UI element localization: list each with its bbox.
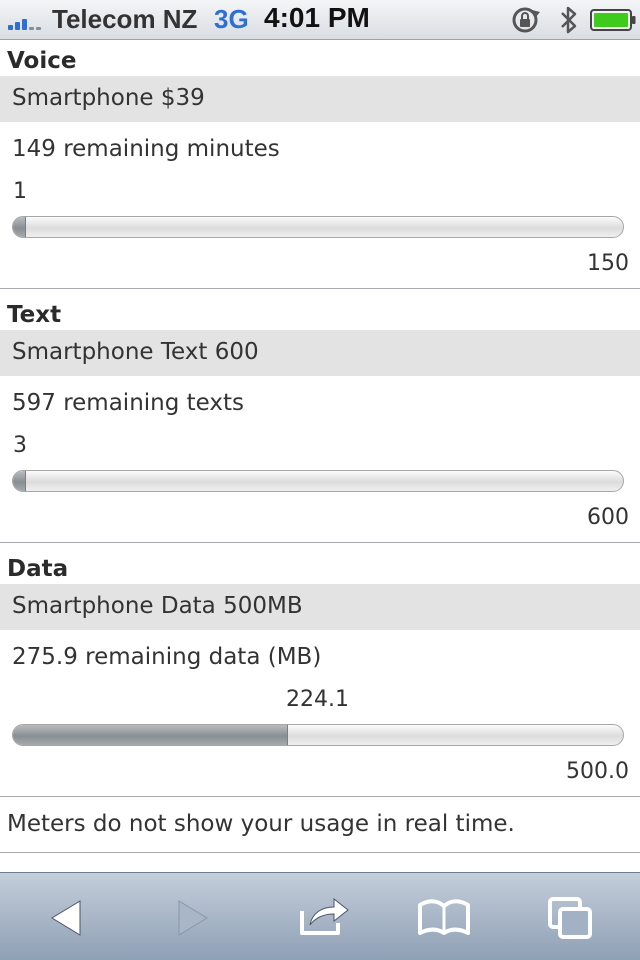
bluetooth-icon xyxy=(561,6,577,34)
section-title-voice: Voice xyxy=(7,48,77,74)
orientation-lock-icon xyxy=(512,7,540,33)
status-time: 4:01 PM xyxy=(264,2,370,33)
pages-button[interactable] xyxy=(542,893,602,943)
section-divider xyxy=(0,288,640,289)
realtime-disclaimer: Meters do not show your usage in real ti… xyxy=(7,811,515,837)
signal-strength-icon xyxy=(8,14,48,30)
status-bar: Telecom NZ 3G 4:01 PM xyxy=(0,0,640,40)
section-divider xyxy=(0,796,640,797)
pages-icon xyxy=(548,897,592,939)
max-value-voice: 150 xyxy=(587,251,629,276)
max-value-data: 500.0 xyxy=(566,759,629,784)
plan-name-voice: Smartphone $39 xyxy=(0,76,640,122)
share-icon xyxy=(300,897,349,935)
used-value-text: 3 xyxy=(13,433,27,458)
plan-label-voice: Smartphone $39 xyxy=(12,85,205,111)
plan-label-data: Smartphone Data 500MB xyxy=(12,593,303,619)
max-value-text: 600 xyxy=(587,505,629,530)
remaining-minutes: 149 remaining minutes xyxy=(12,136,280,162)
network-type: 3G xyxy=(214,4,249,34)
meter-fill-voice xyxy=(13,217,26,237)
bookmarks-button[interactable] xyxy=(414,893,474,943)
section-title-data: Data xyxy=(7,556,69,582)
bookmarks-icon xyxy=(418,899,470,935)
remaining-data: 275.9 remaining data (MB) xyxy=(12,644,322,670)
section-divider xyxy=(0,542,640,543)
plan-name-data: Smartphone Data 500MB xyxy=(0,584,640,630)
meter-fill-text xyxy=(13,471,26,491)
battery-icon xyxy=(590,9,636,31)
forward-button[interactable] xyxy=(162,893,222,943)
plan-label-text: Smartphone Text 600 xyxy=(12,339,259,365)
share-button[interactable] xyxy=(294,893,354,943)
plan-name-text: Smartphone Text 600 xyxy=(0,330,640,376)
section-title-text: Text xyxy=(7,302,62,328)
back-button[interactable] xyxy=(36,893,96,943)
section-divider xyxy=(0,852,640,853)
remaining-texts: 597 remaining texts xyxy=(12,390,245,416)
meter-fill-data xyxy=(13,725,289,745)
used-value-data: 224.1 xyxy=(286,687,349,712)
browser-toolbar xyxy=(0,872,640,960)
back-arrow-icon xyxy=(51,900,81,936)
usage-meter-data xyxy=(12,724,624,746)
usage-meter-text xyxy=(12,470,624,492)
forward-arrow-icon xyxy=(178,900,208,936)
carrier-name: Telecom NZ xyxy=(52,4,198,34)
usage-meter-voice xyxy=(12,216,624,238)
used-value-voice: 1 xyxy=(13,179,27,204)
